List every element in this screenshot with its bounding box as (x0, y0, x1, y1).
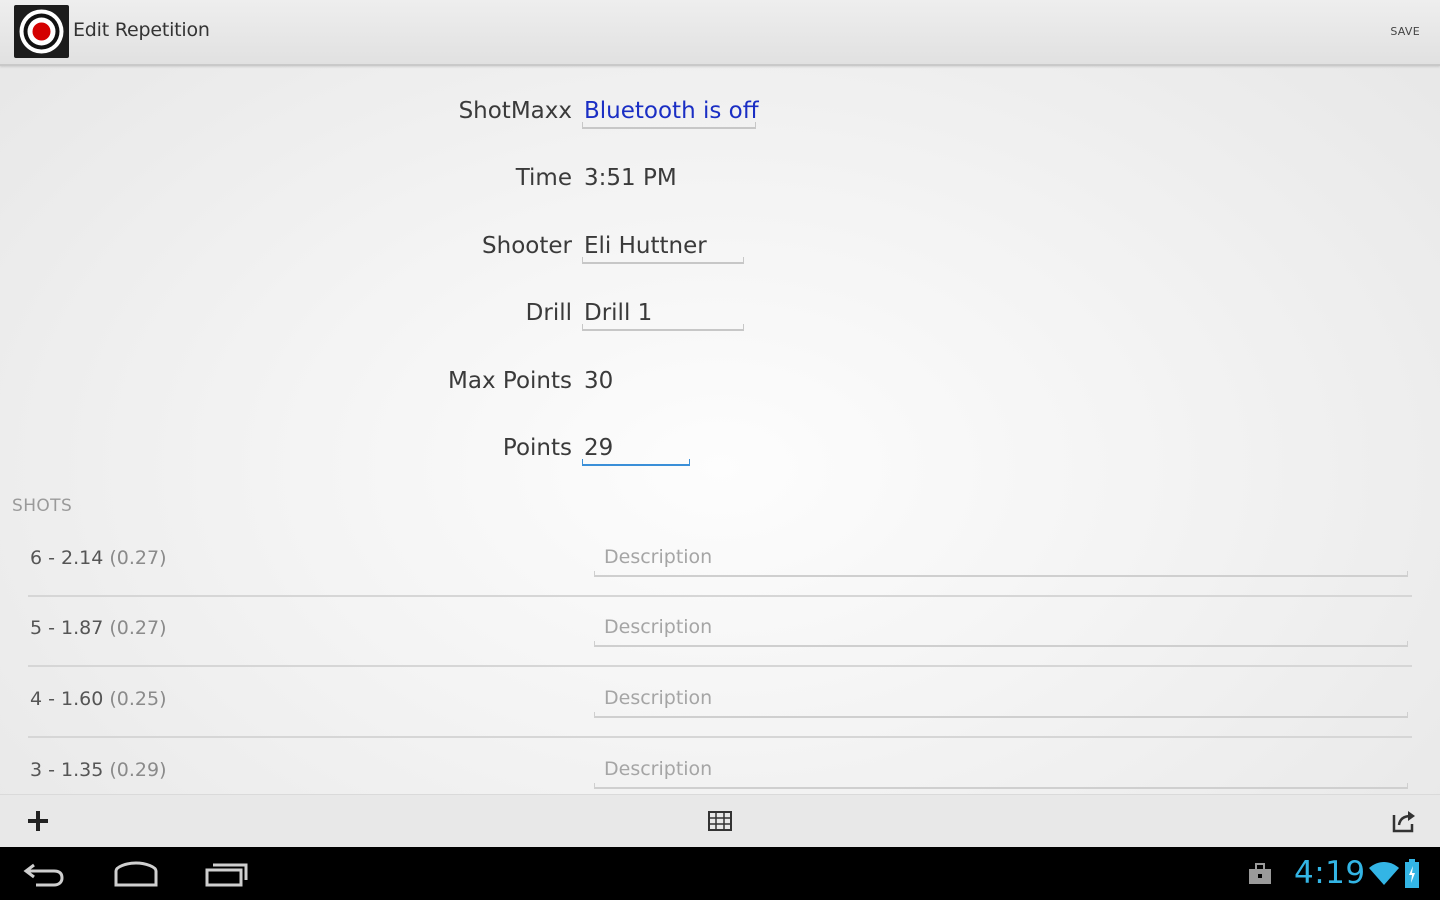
points-underline (582, 459, 690, 466)
system-navigation-bar: 4:19 (0, 847, 1440, 900)
description-underline (594, 571, 1408, 577)
shot-label: 6 - 2.14 (0.27) (30, 547, 167, 569)
shot-description-input[interactable] (594, 611, 1414, 643)
back-icon[interactable] (22, 859, 68, 889)
points-field[interactable]: 29 (584, 435, 613, 461)
home-icon[interactable] (112, 859, 160, 889)
row-divider (28, 736, 1412, 738)
bottom-action-bar (0, 794, 1440, 848)
shot-description-input[interactable] (594, 541, 1414, 573)
shooter-underline (582, 257, 744, 264)
grid-icon[interactable] (704, 805, 736, 837)
description-underline (594, 783, 1408, 789)
drill-underline (582, 324, 744, 331)
shotmaxx-label: ShotMaxx (458, 98, 572, 124)
save-button[interactable]: SAVE (1390, 25, 1420, 38)
max-points-label: Max Points (448, 368, 572, 394)
points-label: Points (502, 435, 572, 461)
description-underline (594, 712, 1408, 718)
max-points-row: Max Points 30 (0, 360, 1440, 400)
drill-row: Drill Drill 1 (0, 292, 1440, 332)
shot-label: 5 - 1.87 (0.27) (30, 617, 167, 639)
shooter-field[interactable]: Eli Huttner (584, 233, 707, 259)
time-row: Time 3:51 PM (0, 157, 1440, 197)
wifi-icon (1368, 861, 1400, 891)
shotmaxx-row: ShotMaxx Bluetooth is off (0, 90, 1440, 130)
shooter-label: Shooter (482, 233, 572, 259)
shot-description-input[interactable] (594, 753, 1414, 785)
max-points-value: 30 (584, 368, 614, 394)
battery-icon (1404, 859, 1420, 893)
shotmaxx-underline (582, 122, 756, 129)
drill-label: Drill (525, 300, 572, 326)
shooter-row: Shooter Eli Huttner (0, 225, 1440, 265)
points-row: Points 29 (0, 427, 1440, 467)
shot-row: 4 - 1.60 (0.25) (28, 668, 1414, 738)
time-label: Time (515, 165, 572, 191)
recent-apps-icon[interactable] (204, 859, 250, 889)
description-underline (594, 641, 1408, 647)
share-icon[interactable] (1388, 805, 1420, 837)
page-title: Edit Repetition (73, 19, 210, 41)
bluetooth-status-link[interactable]: Bluetooth is off (584, 98, 759, 124)
action-bar: Edit Repetition SAVE (0, 0, 1440, 66)
shot-row: 6 - 2.14 (0.27) (28, 527, 1414, 597)
target-icon[interactable] (14, 5, 69, 58)
row-divider (28, 665, 1412, 667)
shot-description-input[interactable] (594, 682, 1414, 714)
shot-label: 3 - 1.35 (0.29) (30, 759, 167, 781)
time-value: 3:51 PM (584, 165, 677, 191)
shot-label: 4 - 1.60 (0.25) (30, 688, 167, 710)
add-icon[interactable] (22, 805, 54, 837)
drill-field[interactable]: Drill 1 (584, 300, 652, 326)
briefcase-icon (1248, 863, 1272, 889)
shot-row: 5 - 1.87 (0.27) (28, 597, 1414, 667)
status-clock: 4:19 (1294, 855, 1366, 891)
shots-section-header: SHOTS (12, 496, 73, 516)
